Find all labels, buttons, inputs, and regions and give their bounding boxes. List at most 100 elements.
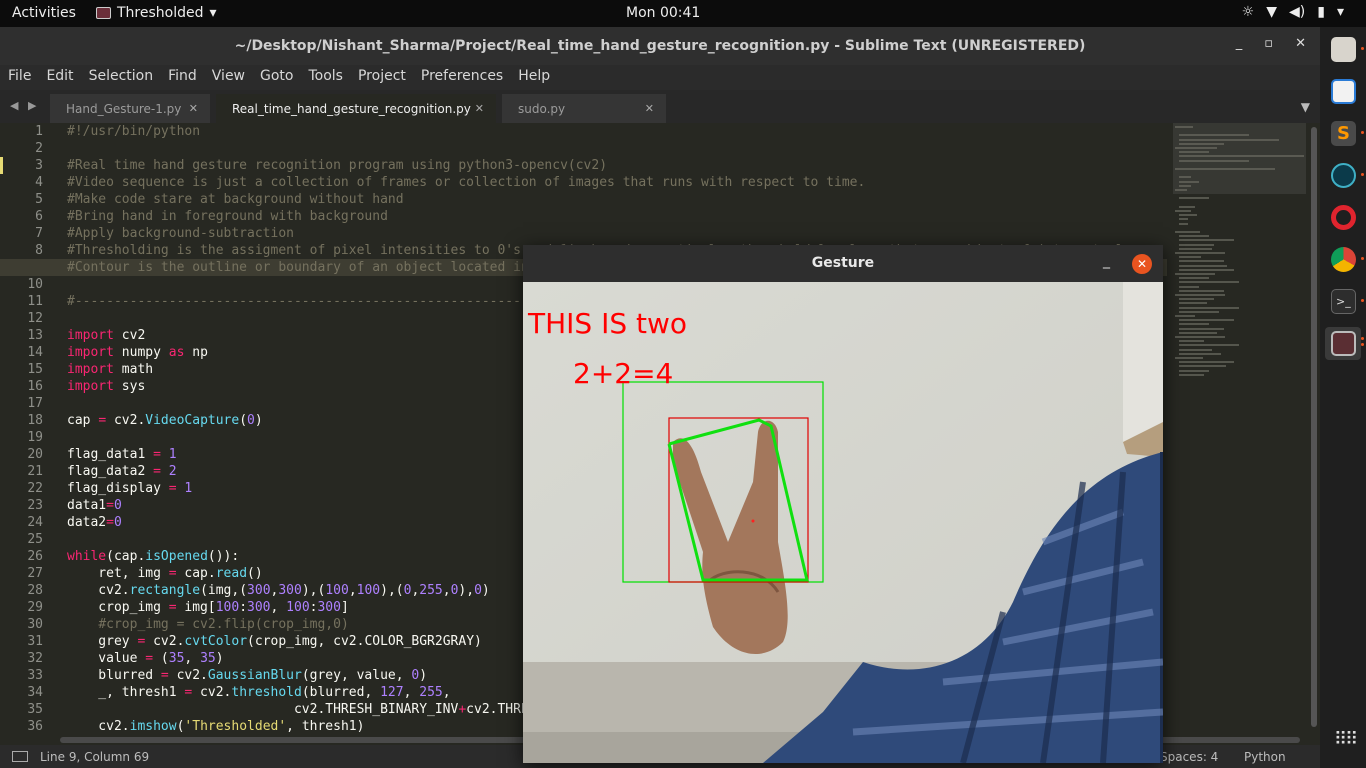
minimap-line (1179, 260, 1224, 263)
minimap-line (1175, 147, 1217, 149)
running-indicator (1361, 131, 1364, 134)
minimize-icon[interactable]: _ (1236, 36, 1243, 51)
menu-selection[interactable]: Selection (89, 65, 162, 90)
tab-sudo[interactable]: sudo.py ✕ (502, 94, 666, 123)
minimap-line (1179, 184, 1191, 187)
minimap-line (1179, 222, 1188, 225)
chrome-icon[interactable] (1331, 247, 1356, 272)
tab-scroll-arrows-icon[interactable]: ◀ ▶ (10, 99, 39, 112)
line-number-gutter: 1234567891011121314151617181920212223242… (0, 123, 56, 735)
line-number: 31 (27, 634, 43, 649)
running-indicator (1361, 257, 1364, 260)
centroid-point (751, 519, 755, 523)
menu-find[interactable]: Find (168, 65, 205, 90)
camera-frame: THIS IS two 2+2=4 (523, 282, 1163, 763)
minimap-line (1175, 231, 1200, 233)
menu-preferences[interactable]: Preferences (421, 65, 511, 90)
line-number: 17 (27, 396, 43, 411)
minimap-line (1179, 268, 1234, 271)
syntax-setting[interactable]: Python (1244, 750, 1286, 764)
close-icon[interactable]: ✕ (1295, 36, 1306, 51)
line-number: 2 (35, 141, 43, 156)
tab-real-time-hand-gesture[interactable]: Real_time_hand_gesture_recognition.py ✕ (216, 94, 496, 123)
menu-file[interactable]: File (8, 65, 39, 90)
code-line: #Bring hand in foreground with backgroun… (67, 209, 388, 224)
close-icon[interactable]: ✕ (1132, 254, 1152, 274)
minimap-line (1175, 273, 1215, 275)
line-number: 16 (27, 379, 43, 394)
minimap-line (1179, 155, 1304, 158)
minimap-line (1175, 336, 1225, 338)
minimize-icon[interactable]: _ (1103, 253, 1110, 269)
minimap-line (1179, 285, 1199, 288)
running-indicator (1361, 343, 1364, 346)
minimap-line (1179, 365, 1226, 368)
menu-project[interactable]: Project (358, 65, 414, 90)
minimap-line (1179, 151, 1209, 154)
minimap-line (1179, 264, 1227, 267)
activities-button[interactable]: Activities (12, 5, 76, 21)
menu-tools[interactable]: Tools (308, 65, 351, 90)
webcam-app-icon[interactable] (1331, 163, 1356, 188)
minimap-line (1179, 373, 1204, 376)
line-number: 22 (27, 481, 43, 496)
app-menu[interactable]: Thresholded ▾ (96, 5, 217, 21)
opencv-window-icon[interactable] (1331, 331, 1356, 356)
running-indicator (1361, 173, 1364, 176)
line-number: 11 (27, 294, 43, 309)
menu-view[interactable]: View (212, 65, 253, 90)
system-tray[interactable]: ☼ ▼ ◀) ▮ ▾ (1242, 4, 1344, 20)
minimap-line (1175, 189, 1187, 191)
line-number: 1 (35, 124, 43, 139)
line-number: 26 (27, 549, 43, 564)
line-number: 5 (35, 192, 43, 207)
close-tab-icon[interactable]: ✕ (645, 102, 654, 115)
minimap-line (1179, 361, 1234, 364)
show-applications-icon[interactable]: ⠿⠿ (1334, 731, 1358, 749)
minimap-line (1179, 348, 1212, 351)
line-number: 28 (27, 583, 43, 598)
clock[interactable]: Mon 00:41 (626, 5, 700, 21)
window-title: ~/Desktop/Nishant_Sharma/Project/Real_ti… (234, 38, 1086, 54)
files-icon[interactable] (1331, 37, 1356, 62)
scrollbar-thumb[interactable] (1311, 127, 1317, 727)
code-line: #!/usr/bin/python (67, 124, 201, 139)
line-number: 14 (27, 345, 43, 360)
gesture-window[interactable]: Gesture _ ✕ THIS IS two 2+2=4 (523, 245, 1163, 763)
wifi-icon: ▼ (1266, 4, 1278, 20)
minimap-line (1175, 357, 1203, 359)
minimap-line (1179, 205, 1195, 208)
panel-toggle-icon[interactable] (12, 751, 28, 762)
running-indicator (1361, 337, 1364, 340)
opera-icon[interactable] (1331, 205, 1356, 230)
tab-label: Hand_Gesture-1.py (66, 102, 182, 116)
minimap-line (1179, 134, 1249, 137)
libreoffice-writer-icon[interactable] (1331, 79, 1356, 104)
tab-list-dropdown-icon[interactable]: ▼ (1301, 100, 1310, 114)
window-titlebar[interactable]: ~/Desktop/Nishant_Sharma/Project/Real_ti… (0, 27, 1320, 65)
tab-label: sudo.py (518, 102, 566, 116)
line-number: 29 (27, 600, 43, 615)
menu-goto[interactable]: Goto (260, 65, 301, 90)
line-number: 27 (27, 566, 43, 581)
minimap-line (1179, 142, 1224, 145)
menu-help[interactable]: Help (518, 65, 558, 90)
indentation-setting[interactable]: Spaces: 4 (1160, 750, 1218, 764)
minimap-line (1179, 323, 1209, 326)
running-indicator (1361, 299, 1364, 302)
menu-edit[interactable]: Edit (46, 65, 81, 90)
running-indicator (1361, 47, 1364, 50)
close-tab-icon[interactable]: ✕ (475, 102, 484, 115)
vertical-scrollbar[interactable] (1310, 123, 1318, 735)
close-tab-icon[interactable]: ✕ (189, 102, 198, 115)
tab-hand-gesture-1[interactable]: Hand_Gesture-1.py ✕ (50, 94, 210, 123)
line-number: 8 (35, 243, 43, 258)
terminal-icon[interactable]: >_ (1331, 289, 1356, 314)
minimap[interactable] (1173, 123, 1308, 735)
minimap-line (1175, 252, 1225, 254)
sublime-text-icon[interactable]: S (1331, 121, 1356, 146)
maximize-icon[interactable]: ▫ (1264, 36, 1273, 51)
minimap-line (1179, 197, 1209, 200)
minimap-line (1175, 294, 1225, 296)
